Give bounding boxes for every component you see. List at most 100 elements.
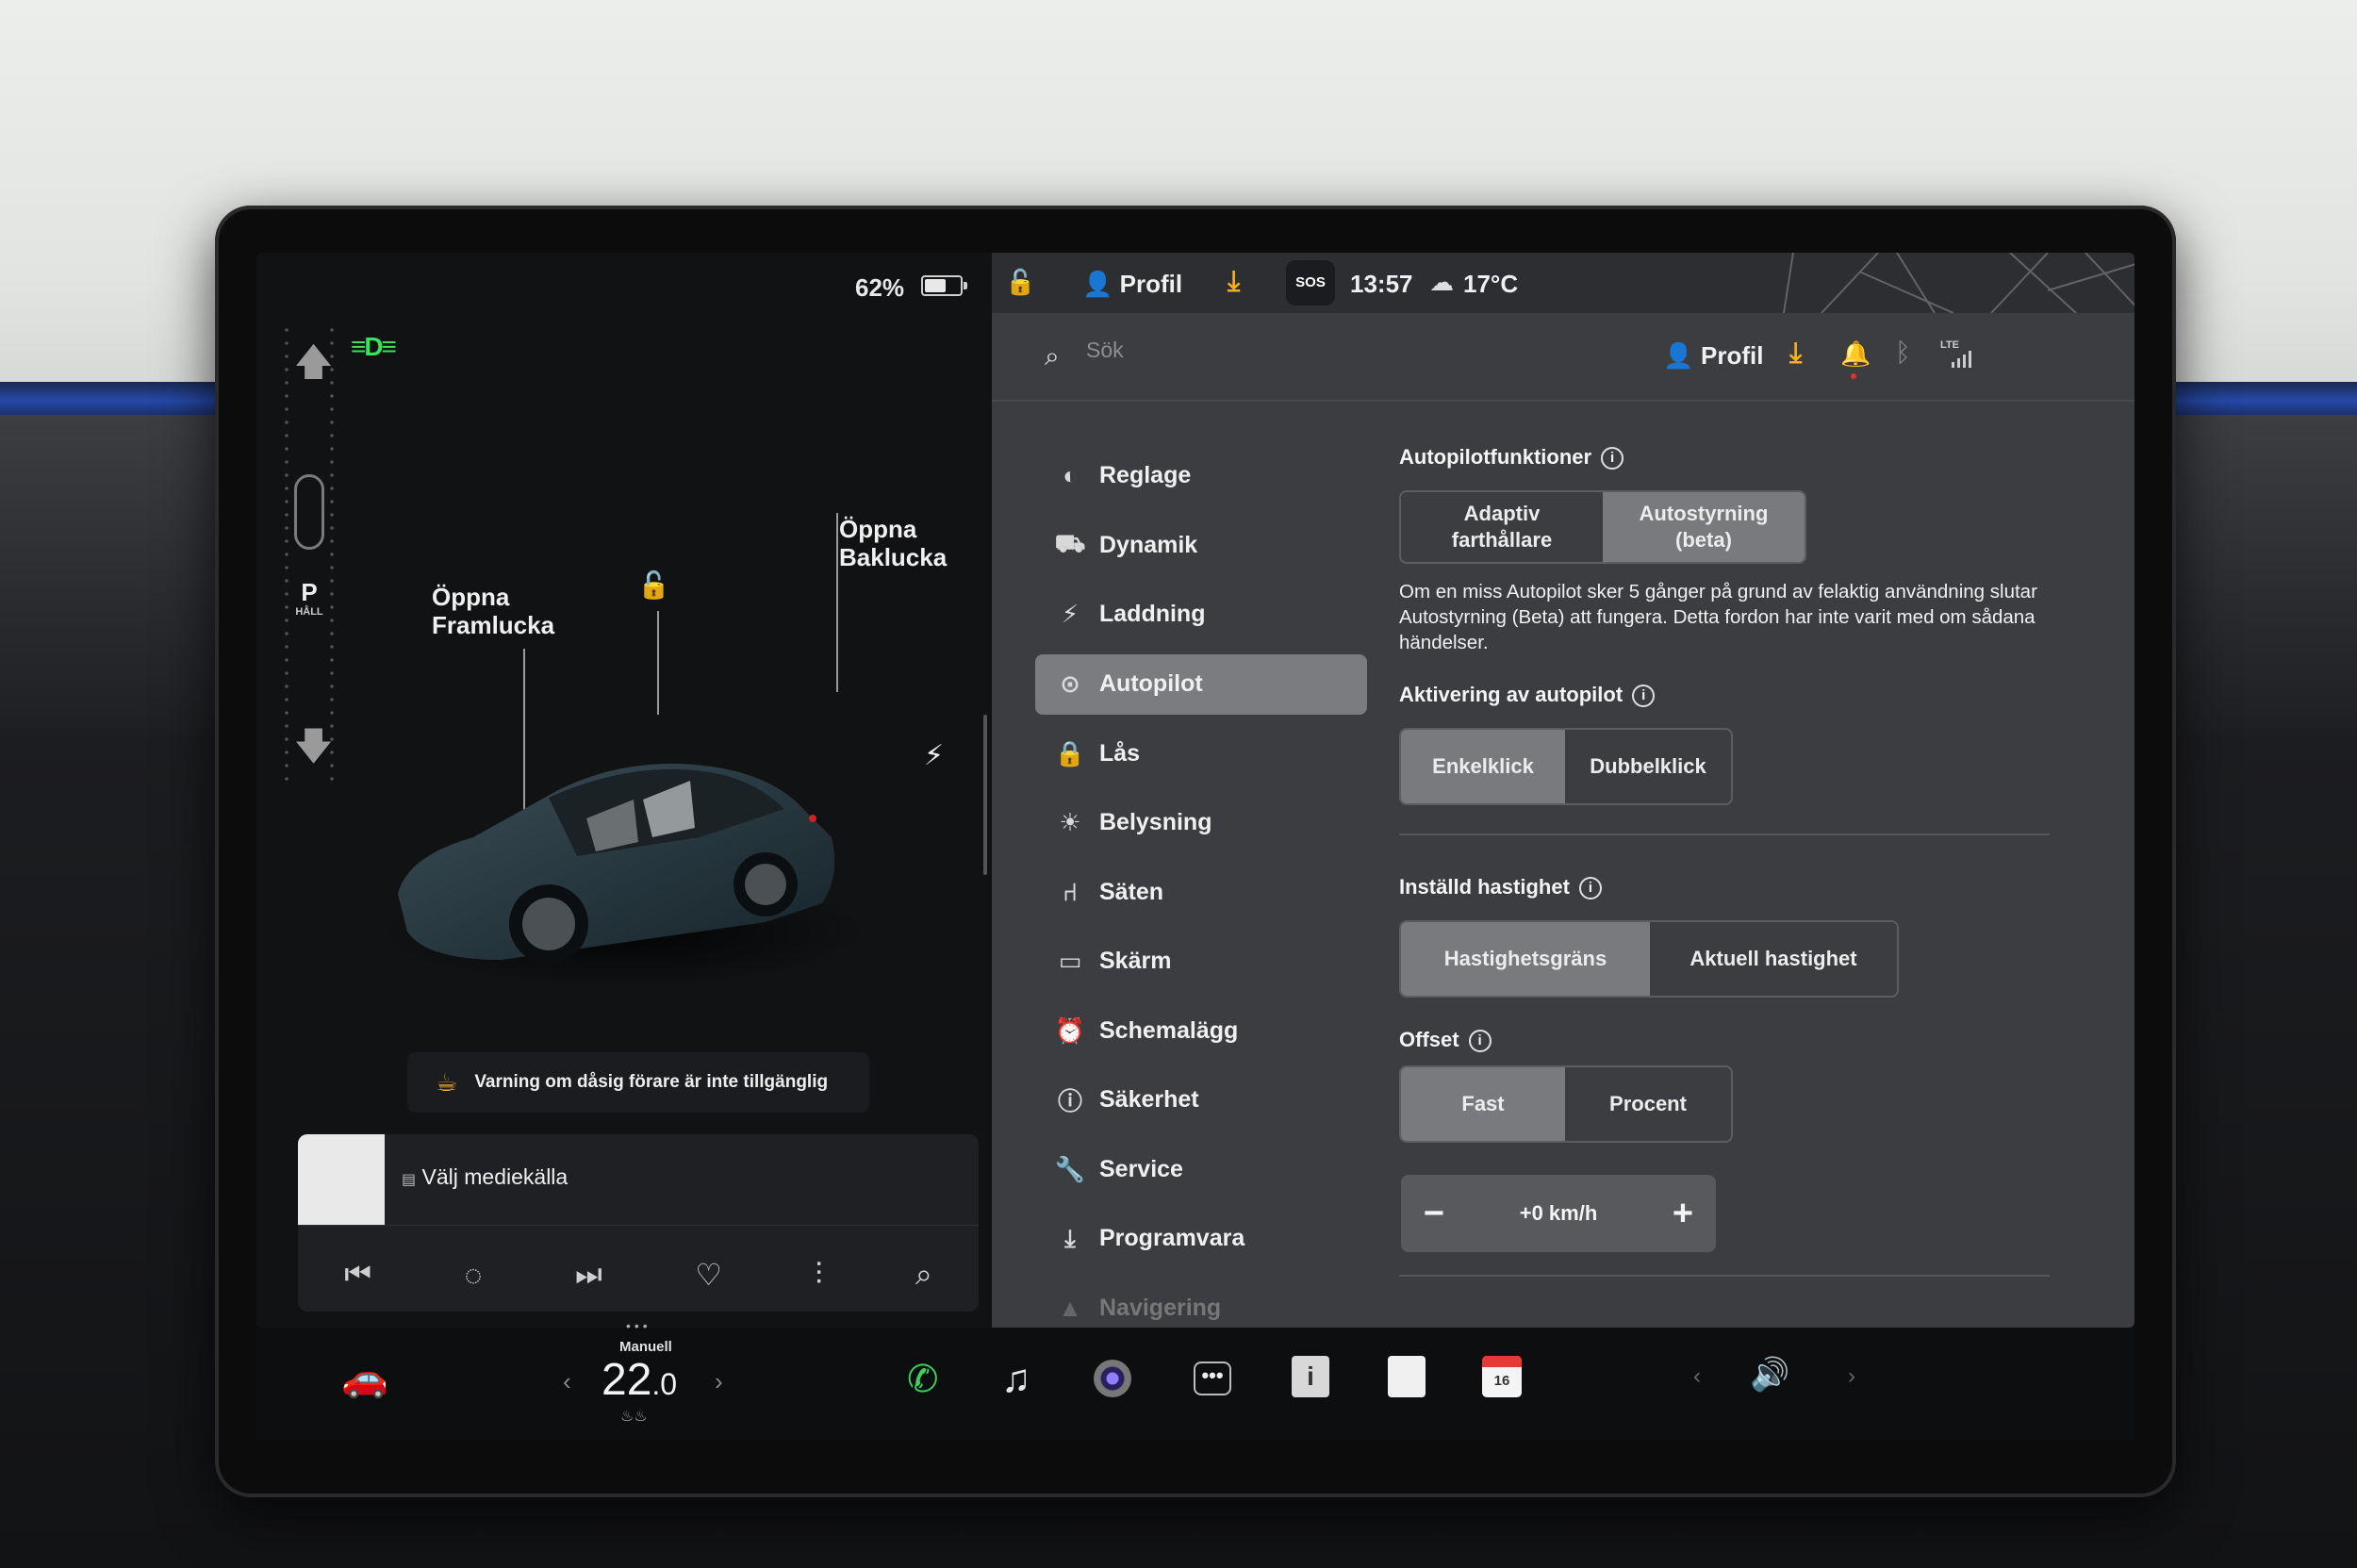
info-icon[interactable]: i [1578,877,1602,900]
previous-track-icon[interactable]: ⏮ [344,1257,371,1293]
bell-icon[interactable]: 🔔 [1840,339,1871,369]
double-click-option[interactable]: Dubbelklick [1565,730,1731,803]
unlock-icon[interactable]: 🔓 [637,569,670,601]
offset-stepper: − +0 km/h + [1401,1175,1716,1252]
menu-item-label: Lås [1099,739,1141,767]
media-source-icon: ▤ [402,1172,417,1188]
volume-down-chevron-icon[interactable]: ‹ [1693,1363,1701,1390]
open-trunk-line1: Öppna [839,515,917,543]
autopilot-strike-description: Om en miss Autopilot sker 5 gånger på gr… [1399,581,2037,653]
menu-item-service[interactable]: 🔧 Service [1035,1135,1367,1205]
activation-title: Aktivering av autopilot i [1399,683,1656,708]
open-frunk-button[interactable]: Öppna Framlucka [432,583,554,639]
lock-status-icon[interactable]: 🔓 [1005,268,1035,297]
menu-item-label: Schemalägg [1099,1016,1239,1044]
seat-icon: ⑁ [1063,877,1078,906]
activation-segment: Enkelklick Dubbelklick [1399,728,1733,805]
menu-item-skärm[interactable]: ▭ Skärm [1035,927,1367,997]
loading-spinner-icon[interactable]: ◌ [464,1258,482,1293]
camera-icon[interactable] [1094,1360,1131,1397]
driver-warning-banner: ☕ Varning om dåsig förare är inte tillgä… [407,1052,869,1113]
topbar-profile[interactable]: 👤 Profil [1082,270,1182,299]
seat-heater-icons[interactable]: ♨♨ [620,1407,648,1426]
decrease-offset-button[interactable]: − [1401,1194,1467,1234]
temp-down-chevron-icon[interactable]: ‹ [563,1367,571,1396]
music-icon[interactable]: ♫ [1001,1356,1031,1401]
autosteer-option[interactable]: Autostyrning (beta) [1603,492,1805,562]
signal-icon [1952,351,1971,368]
adaptive-cruise-option[interactable]: Adaptiv farthållare [1401,492,1603,562]
speed-limit-option[interactable]: Hastighetsgräns [1401,922,1650,996]
open-frunk-line1: Öppna [432,583,510,611]
speed-limit-label: Hastighetsgräns [1443,947,1607,970]
media-source-button[interactable]: ▤ Välj mediekälla [402,1164,568,1190]
charge-port-icon[interactable]: ⚡ [924,739,944,772]
search-input[interactable] [1086,338,1369,363]
driver-warning-text: Varning om dåsig förare är inte tillgäng… [474,1072,829,1092]
person-icon: 👤 [1082,270,1113,298]
increase-offset-button[interactable]: + [1650,1194,1716,1234]
menu-item-laddning[interactable]: ⚡ Laddning [1035,580,1367,650]
menu-item-reglage[interactable]: ◐ Reglage [1035,441,1367,511]
gear-p: P [301,578,318,606]
menu-item-lås[interactable]: 🔒 Lås [1035,719,1367,789]
manual-icon[interactable]: i [1292,1356,1329,1397]
next-track-icon[interactable]: ⏭ [575,1257,602,1293]
menu-item-schemalägg[interactable]: ⏰ Schemalägg [1035,997,1367,1066]
menu-item-dynamik[interactable]: ⛟ Dynamik [1035,511,1367,581]
wrench-icon: 🔧 [1054,1154,1086,1183]
menu-item-label: Programvara [1099,1225,1245,1252]
header-profile-button[interactable]: Profil [1701,341,1763,371]
current-speed-label: Aktuell hastighet [1689,947,1857,970]
car-icon[interactable]: 🚗 [341,1356,388,1400]
current-speed-option[interactable]: Aktuell hastighet [1650,922,1897,996]
software-download-icon[interactable]: ⤓ [1789,338,1802,370]
settings-menu: ◐ Reglage ⛟ Dynamik ⚡ Laddning ⊙ Autopilot 🔒 Lås ☀… [1035,441,1367,1328]
volume-up-chevron-icon[interactable]: › [1848,1363,1855,1390]
fixed-option[interactable]: Fast [1401,1067,1565,1141]
info-icon[interactable]: i [1632,685,1656,708]
clock: 13:57 [1350,270,1413,298]
bottom-dock: ••• 🚗 Manuell ‹ 22.0 › ♨♨ ✆ ♫ ••• i 16 ‹… [256,1318,2134,1441]
alert-circle-icon: ⓘ [1057,1087,1082,1116]
cabin-temperature[interactable]: 22.0 [602,1354,677,1406]
equalizer-icon[interactable]: ⫶ [815,1257,822,1293]
media-divider [298,1225,979,1226]
menu-item-label: Säten [1099,878,1164,905]
gear-hold-label: HÅLL [295,606,323,618]
more-apps-icon[interactable]: ••• [1194,1362,1231,1395]
battery-tip [964,282,967,289]
download-icon[interactable]: ⤓ [1228,266,1240,298]
temp-integer: 22 [602,1355,652,1405]
favorite-heart-icon[interactable]: ♡ [695,1257,722,1293]
section-divider [1399,1275,2050,1277]
open-trunk-button[interactable]: Öppna Baklucka [839,515,947,571]
panel-scrollbar[interactable] [983,715,987,875]
notes-icon[interactable] [1388,1356,1426,1397]
battery-percent: 62% [855,273,905,302]
activation-title-text: Aktivering av autopilot [1399,683,1624,706]
info-icon[interactable]: i [1468,1030,1492,1053]
menu-item-autopilot[interactable]: ⊙ Autopilot [1035,653,1367,715]
menu-item-label: Belysning [1099,809,1212,836]
phone-icon[interactable]: ✆ [907,1358,939,1401]
menu-item-säkerhet[interactable]: ⓘ Säkerhet [1035,1065,1367,1135]
menu-item-label: Service [1099,1155,1183,1182]
gear-selector[interactable]: 🡅 P HÅLL 🡇 [281,323,338,785]
menu-item-programvara[interactable]: ⤓ Programvara [1035,1204,1367,1274]
topbar-profile-label: Profil [1119,270,1183,298]
sos-button[interactable]: SOS [1286,260,1335,305]
menu-item-navigering[interactable]: ▲ Navigering [1035,1274,1367,1329]
page-dots: ••• [626,1318,651,1333]
menu-item-säten[interactable]: ⑁ Säten [1035,858,1367,928]
calendar-icon[interactable]: 16 [1482,1356,1522,1397]
volume-icon[interactable]: 🔊 [1750,1356,1789,1394]
media-search-icon[interactable]: ⌕ [915,1257,932,1293]
percent-option[interactable]: Procent [1565,1067,1731,1141]
info-icon[interactable]: i [1601,447,1624,470]
single-click-option[interactable]: Enkelklick [1401,730,1565,803]
menu-item-belysning[interactable]: ☀ Belysning [1035,788,1367,858]
temp-up-chevron-icon[interactable]: › [715,1367,723,1396]
bluetooth-icon[interactable]: ᛒ [1895,338,1911,368]
offset-segment: Fast Procent [1399,1065,1733,1143]
